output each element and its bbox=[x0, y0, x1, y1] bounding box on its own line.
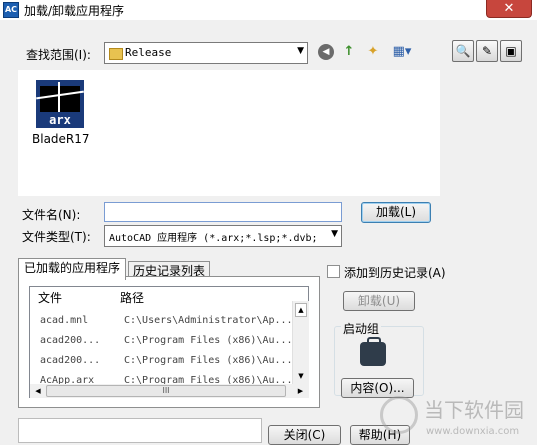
scroll-down-icon[interactable]: ▼ bbox=[295, 369, 307, 383]
filetype-label: 文件类型(T): bbox=[22, 230, 91, 244]
lookin-label: 查找范围(I): bbox=[26, 48, 91, 62]
table-row-path[interactable]: C:\Program Files (x86)\Au... bbox=[124, 335, 293, 346]
unload-button[interactable]: 卸载(U) bbox=[343, 291, 415, 311]
table-row-path[interactable]: C:\Users\Administrator\Ap... bbox=[124, 315, 293, 326]
lookin-combo[interactable]: Release ▼ bbox=[104, 42, 308, 64]
status-box bbox=[18, 418, 262, 443]
close-button[interactable]: 关闭(C) bbox=[268, 425, 341, 445]
watermark-url: www.downxia.com bbox=[426, 426, 520, 437]
column-header-path[interactable]: 路径 bbox=[120, 289, 144, 306]
scroll-right-icon[interactable]: ▶ bbox=[292, 384, 309, 398]
chevron-down-icon: ▼ bbox=[297, 46, 304, 56]
horizontal-scrollbar[interactable]: ◀ III bbox=[30, 384, 292, 398]
tab-loaded-apps[interactable]: 已加载的应用程序 bbox=[18, 258, 126, 280]
table-row-path[interactable]: C:\Program Files (x86)\Au... bbox=[124, 355, 293, 366]
scroll-up-icon[interactable]: ▲ bbox=[295, 303, 307, 317]
tools-icon[interactable]: ▣ bbox=[500, 40, 522, 62]
app-icon: AC bbox=[3, 2, 19, 18]
search-icon[interactable]: 🔍 bbox=[452, 40, 474, 62]
table-row-file[interactable]: acad200... bbox=[40, 355, 100, 366]
filename-label: 文件名(N): bbox=[22, 208, 81, 222]
views-menu-icon[interactable]: ▦▾ bbox=[388, 43, 416, 61]
watermark: 当下软件园 www.downxia.com bbox=[380, 392, 537, 443]
arx-icon-label: arx bbox=[36, 112, 84, 128]
scroll-thumb[interactable]: III bbox=[46, 385, 286, 397]
properties-icon[interactable]: ✎ bbox=[476, 40, 498, 62]
scroll-left-icon[interactable]: ◀ bbox=[32, 385, 44, 397]
add-history-label[interactable]: 添加到历史记录(A) bbox=[344, 264, 446, 281]
chevron-down-icon: ▼ bbox=[331, 229, 338, 239]
filetype-combo[interactable]: AutoCAD 应用程序 (*.arx;*.lsp;*.dvb; ▼ bbox=[104, 225, 342, 247]
new-folder-icon[interactable]: ✦ bbox=[364, 43, 382, 61]
column-header-file[interactable]: 文件 bbox=[38, 289, 62, 306]
startup-group-label: 启动组 bbox=[341, 320, 382, 337]
file-item-name[interactable]: BladeR17 bbox=[32, 132, 90, 146]
briefcase-icon bbox=[360, 337, 386, 366]
add-history-checkbox[interactable] bbox=[327, 265, 340, 278]
load-button[interactable]: 加载(L) bbox=[361, 202, 431, 223]
back-icon[interactable]: ◀ bbox=[318, 44, 334, 60]
table-row-file[interactable]: acad.mnl bbox=[40, 315, 88, 326]
lookin-value: Release bbox=[125, 46, 172, 59]
watermark-logo-icon bbox=[380, 396, 418, 434]
window-title: 加载/卸载应用程序 bbox=[24, 4, 125, 18]
filename-input[interactable] bbox=[104, 202, 342, 222]
arx-file-icon[interactable]: arx bbox=[36, 80, 84, 128]
table-row-file[interactable]: acad200... bbox=[40, 335, 100, 346]
vertical-scrollbar[interactable]: ▲ ▼ bbox=[292, 301, 309, 385]
up-folder-icon[interactable]: ↑ bbox=[340, 43, 358, 61]
close-window-button[interactable]: ✕ bbox=[486, 0, 532, 18]
filetype-value: AutoCAD 应用程序 (*.arx;*.lsp;*.dvb; bbox=[109, 233, 318, 244]
loaded-apps-list[interactable]: 文件 路径 acad.mnl C:\Users\Administrator\Ap… bbox=[29, 286, 309, 398]
watermark-text: 当下软件园 bbox=[424, 398, 524, 422]
folder-icon bbox=[109, 48, 123, 60]
